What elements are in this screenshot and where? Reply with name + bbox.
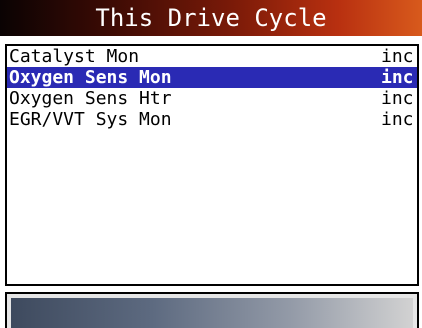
- page-title: This Drive Cycle: [95, 4, 327, 32]
- list-item-catalyst-mon[interactable]: Catalyst Mon inc: [7, 46, 417, 67]
- screen: This Drive Cycle Catalyst Mon inc Oxygen…: [0, 0, 422, 328]
- monitor-label: EGR/VVT Sys Mon: [9, 109, 172, 130]
- monitor-label: Catalyst Mon: [9, 46, 140, 67]
- footer-gradient-bar: [11, 298, 413, 328]
- monitor-status: inc: [381, 88, 414, 109]
- monitor-list: Catalyst Mon inc Oxygen Sens Mon inc Oxy…: [5, 44, 419, 286]
- monitor-label: Oxygen Sens Htr: [9, 88, 172, 109]
- list-item-oxygen-sens-mon[interactable]: Oxygen Sens Mon inc: [7, 67, 417, 88]
- footer-panel: [5, 292, 419, 328]
- list-item-egr-vvt-sys-mon[interactable]: EGR/VVT Sys Mon inc: [7, 109, 417, 130]
- monitor-status: inc: [381, 109, 414, 130]
- title-bar: This Drive Cycle: [0, 0, 422, 36]
- monitor-status: inc: [381, 67, 414, 88]
- monitor-label: Oxygen Sens Mon: [9, 67, 172, 88]
- list-item-oxygen-sens-htr[interactable]: Oxygen Sens Htr inc: [7, 88, 417, 109]
- monitor-status: inc: [381, 46, 414, 67]
